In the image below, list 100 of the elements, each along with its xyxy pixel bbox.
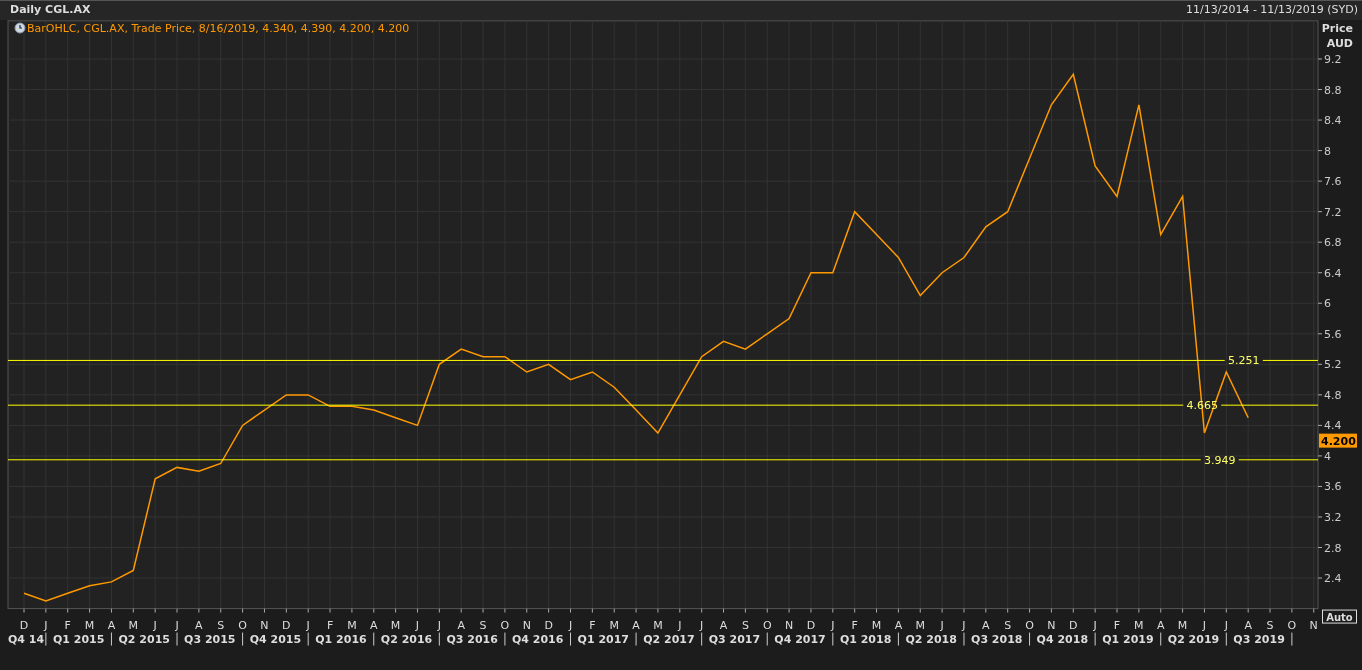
x-tick-label: F [1113, 618, 1121, 632]
month-tick-label: F [64, 608, 71, 632]
month-tick-label: J [153, 608, 157, 632]
month-tick-label: J [1224, 608, 1228, 632]
month-tick-label: O [500, 608, 510, 632]
quarter-label: Q3 2019 [1233, 632, 1285, 646]
x-tick-label: N [1047, 618, 1056, 632]
month-tick-label: D [19, 608, 29, 632]
line-value-label: 5.251 [1228, 354, 1260, 368]
month-tick-label: O [1287, 608, 1297, 632]
month-tick-label: N [260, 608, 269, 632]
x-tick-label: J [174, 618, 179, 632]
month-tick-label: S [217, 608, 225, 632]
x-tick-label: J [830, 618, 835, 632]
x-tick-label: S [741, 618, 749, 632]
series-legend: BarOHLC, CGL.AX, Trade Price, 8/16/2019, 4.340, 4.390, 4.200, 4.200 [27, 22, 410, 35]
x-tick-label: A [457, 618, 466, 632]
x-tick-label: S [1004, 618, 1012, 632]
y-tick-label: 5.2 [1324, 358, 1342, 372]
x-tick-label: J [436, 618, 441, 632]
y-tick-label: 4.8 [1324, 388, 1342, 402]
month-tick-label: A [370, 608, 378, 632]
y-tick-label: 6.8 [1324, 236, 1342, 250]
quarter-label: Q1 2015 [52, 632, 105, 646]
y-tick-label: 8.4 [1317, 114, 1342, 128]
x-tick-label: A [1156, 618, 1165, 632]
month-tick-label: J [678, 608, 682, 632]
month-tick-label: N [785, 608, 794, 632]
quarter-label: Q2 2019 [1167, 632, 1220, 646]
month-tick-label: M [84, 608, 95, 632]
month-tick-label: D [544, 608, 553, 632]
x-tick-label: J [305, 618, 310, 632]
y-tick-label: 4 [1324, 449, 1331, 463]
x-tick-label: J [414, 618, 420, 632]
month-tick-label: J [415, 608, 420, 632]
month-tick-label: A [719, 608, 728, 632]
y-tick-label: 6.4 [1324, 266, 1342, 280]
quarter-label: Q1 2016 [315, 632, 367, 646]
x-tick-label: M [1177, 618, 1188, 632]
date-range: 11/13/2014 - 11/13/2019 (SYD) [1186, 2, 1358, 19]
y-tick-label: 9.2 [1317, 53, 1342, 66]
month-tick-label: A [195, 608, 203, 632]
x-tick-label: M [871, 618, 882, 632]
y-tick-label: 7.6 [1324, 175, 1342, 189]
month-tick-label: N [1309, 608, 1318, 632]
x-tick-label: D [1069, 618, 1078, 632]
x-tick-label: D [544, 618, 553, 632]
y-tick-label: 3.2 [1317, 511, 1342, 524]
quarter-label: Q1 2017 [577, 632, 629, 646]
y-tick-label: 8 [1324, 144, 1331, 158]
month-tick-label: O [1025, 608, 1034, 632]
x-tick-label: N [784, 618, 794, 632]
x-tick-label: M [609, 618, 619, 632]
y-tick-label: 7.2 [1324, 205, 1342, 219]
quarter-label: Q4 2015 [249, 632, 302, 646]
x-tick-label: M [390, 618, 401, 632]
month-tick-label: M [1134, 608, 1144, 632]
y-tick-label: 6.4 [1317, 266, 1342, 280]
month-tick-label: J [437, 608, 441, 632]
month-tick-label: M [609, 608, 619, 632]
last-price-tag: 4.200 [1319, 433, 1357, 448]
month-tick-label: M [1177, 608, 1188, 632]
x-tick-label: F [851, 618, 858, 632]
x-tick-label: N [1309, 618, 1318, 632]
y-tick-label: 8 [1317, 144, 1331, 158]
y-tick-label: 4 [1317, 449, 1331, 463]
month-tick-label: A [107, 608, 116, 632]
month-tick-label: M [915, 608, 925, 632]
y-tick-label: 3.6 [1324, 480, 1342, 494]
y-tick-label: 6.8 [1317, 236, 1342, 250]
x-tick-label: A [894, 618, 903, 632]
month-tick-label: J [44, 608, 48, 632]
x-tick-label: J [1092, 618, 1097, 632]
month-tick-label: J [962, 608, 966, 632]
month-tick-label: F [326, 608, 334, 632]
quarter-label: Q3 2017 [708, 632, 761, 646]
quarter-label: Q1 2018 [839, 632, 892, 646]
month-tick-label: M [653, 608, 663, 632]
quarter-label: Q2 2016 [380, 632, 433, 646]
y-tick-label: 5.6 [1324, 327, 1342, 341]
month-tick-label: M [128, 608, 139, 632]
x-tick-label: J [961, 618, 966, 632]
quarter-label: Q1 2019 [1102, 632, 1154, 646]
y-tick-label: 3.2 [1324, 510, 1342, 524]
month-tick-label: J [831, 608, 835, 632]
axis-unit-label: AUD [1326, 37, 1353, 50]
quarter-label: Q2 2017 [643, 632, 695, 646]
month-tick-label: A [894, 608, 903, 632]
month-tick-label: S [479, 608, 487, 632]
x-tick-label: F [589, 618, 596, 632]
chart-title: Daily CGL.AX [10, 2, 91, 19]
y-tick-label: 2.4 [1317, 572, 1342, 586]
y-tick-label: 6 [1317, 297, 1331, 311]
month-tick-label: F [1113, 608, 1121, 632]
x-tick-label: J [699, 618, 704, 632]
month-tick-label: M [390, 608, 401, 632]
axis-unit-label: Price [1321, 22, 1353, 35]
x-tick-label: M [84, 618, 95, 632]
month-tick-label: N [1047, 608, 1056, 632]
x-tick-label: A [719, 618, 728, 632]
